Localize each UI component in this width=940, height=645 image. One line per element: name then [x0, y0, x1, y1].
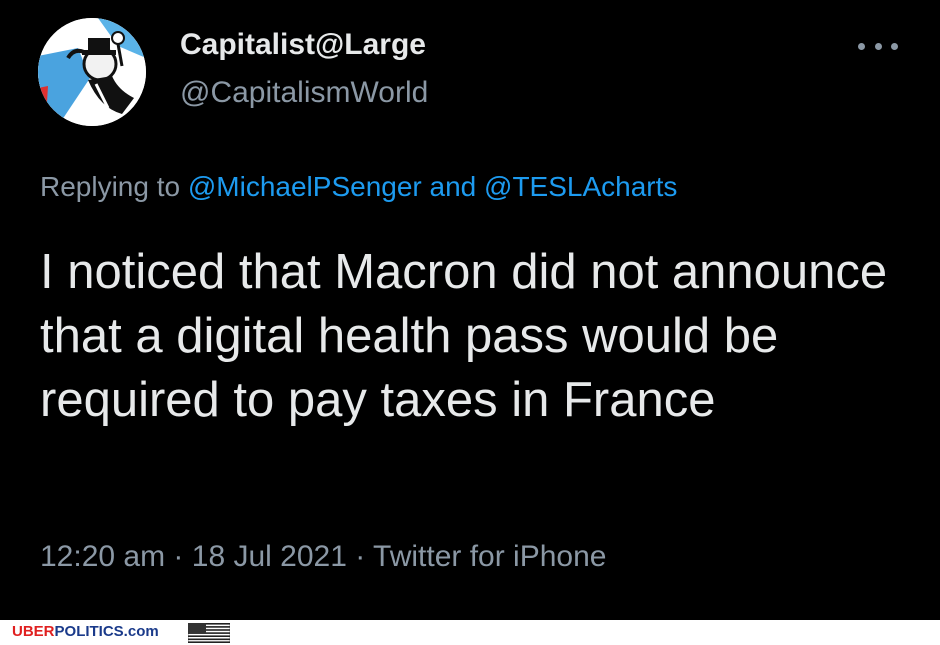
brand-logo[interactable]: UBERPOLITICS.com	[12, 623, 159, 640]
user-handle[interactable]: @CapitalismWorld	[180, 76, 428, 110]
tweet-source[interactable]: Twitter for iPhone	[373, 540, 606, 573]
replying-prefix: Replying to	[40, 171, 188, 202]
more-horizontal-icon	[858, 42, 865, 50]
brand-blue-text: POLITICS.com	[54, 623, 159, 640]
tweet-card: Capitalist@Large @CapitalismWorld Replyi…	[0, 0, 940, 620]
tweet-text: I noticed that Macron did not announce t…	[40, 245, 888, 427]
display-name[interactable]: Capitalist@Large	[180, 28, 426, 62]
replying-to: Replying to @MichaelPSenger and @TESLAch…	[40, 171, 677, 203]
meta-separator: ·	[165, 540, 192, 573]
mention-link-michaelpsenger[interactable]: @MichaelPSenger	[188, 171, 422, 202]
more-horizontal-icon	[891, 42, 898, 50]
more-options-button[interactable]	[858, 36, 898, 56]
monopoly-man-avatar-icon	[38, 18, 146, 126]
tweet-date[interactable]: 18 Jul 2021	[192, 540, 347, 573]
more-horizontal-icon	[874, 42, 882, 50]
mention-link-teslacharts[interactable]: @TESLAcharts	[484, 171, 677, 202]
brand-red-text: UBER	[12, 623, 55, 640]
meta-separator: ·	[346, 540, 374, 573]
mention-conjunction: and	[421, 171, 485, 202]
avatar[interactable]	[38, 18, 146, 126]
watermark-footer: UBERPOLITICS.com	[0, 620, 940, 645]
tweet-metadata: 12:20 am · 18 Jul 2021 · Twitter for iPh…	[40, 540, 606, 574]
us-flag-icon	[188, 623, 230, 643]
tweet-time[interactable]: 12:20 am	[40, 540, 165, 573]
